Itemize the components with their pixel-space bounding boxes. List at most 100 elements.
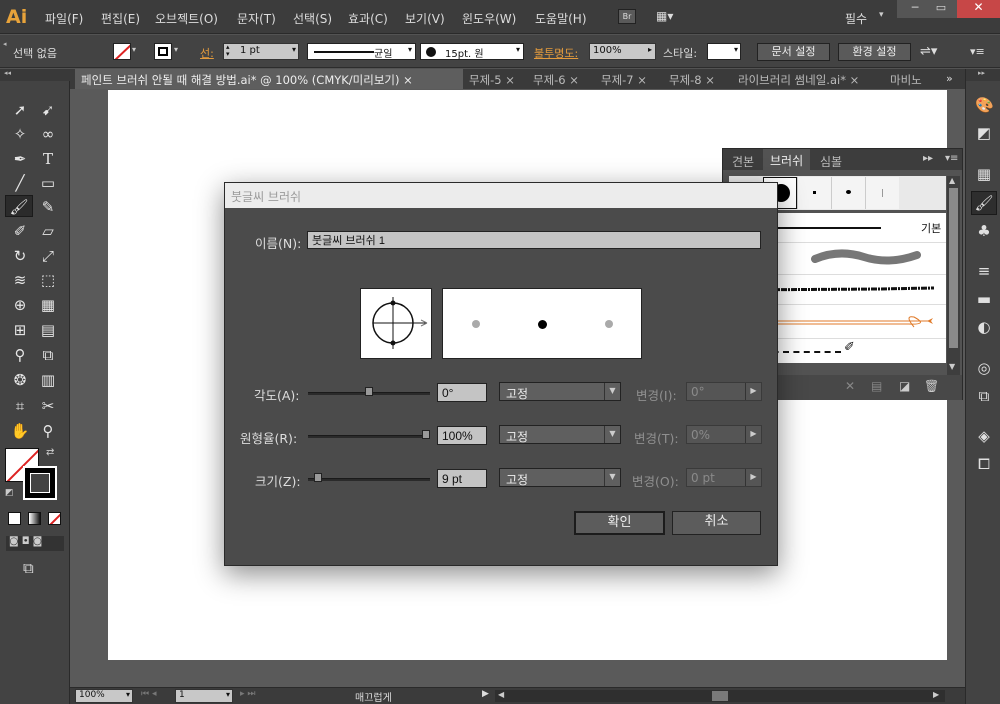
brush-options-icon[interactable]: ▤ — [871, 379, 882, 393]
menu-select[interactable]: 선택(S) — [293, 10, 332, 27]
scroll-right-icon[interactable]: ▶ — [933, 690, 939, 699]
default-colors-icon[interactable]: ◩ — [5, 488, 14, 498]
brush-dropdown-icon[interactable]: ▾ — [516, 45, 520, 54]
rotate-tool-icon[interactable]: ↻ — [9, 245, 31, 267]
roundness-input[interactable] — [437, 426, 487, 445]
minimize-icon[interactable]: ─ — [902, 1, 928, 16]
status-mode[interactable]: 매끄럽게 — [355, 689, 392, 704]
zoom-tool-icon[interactable]: ⚲ — [37, 420, 59, 442]
size-slider[interactable] — [308, 478, 430, 481]
roundness-slider[interactable] — [308, 435, 430, 438]
brush-swatch[interactable] — [865, 177, 899, 209]
type-tool-icon[interactable]: T — [37, 148, 59, 170]
tab-untitled-8[interactable]: 무제-8 × — [663, 69, 721, 89]
size-mode-dropdown-icon[interactable]: ▼ — [604, 469, 620, 486]
fill-dropdown-icon[interactable]: ▾ — [132, 45, 136, 54]
profile-dropdown-icon[interactable]: ▾ — [408, 45, 412, 54]
selection-tool-icon[interactable]: ➚ — [9, 99, 31, 121]
scroll-left-icon[interactable]: ◀ — [498, 690, 504, 699]
maximize-icon[interactable]: ▭ — [928, 1, 954, 16]
color-mode-icon[interactable] — [8, 512, 21, 525]
tab-symbols[interactable]: 심볼 — [820, 153, 842, 170]
roundness-slider-knob[interactable] — [422, 430, 430, 439]
swatches-panel-icon[interactable]: ▦ — [975, 165, 993, 183]
size-slider-knob[interactable] — [313, 473, 322, 482]
artboard-field[interactable]: 1 ▾ — [175, 689, 233, 703]
menu-view[interactable]: 보기(V) — [405, 10, 445, 27]
artboard-dropdown-icon[interactable]: ▾ — [226, 690, 230, 699]
stroke-panel-icon[interactable]: ≡ — [975, 262, 993, 280]
stroke-color-box[interactable] — [23, 466, 57, 500]
menu-window[interactable]: 윈도우(W) — [462, 10, 516, 27]
graph-tool-icon[interactable]: ▥ — [37, 369, 59, 391]
menu-object[interactable]: 오브젝트(O) — [155, 10, 218, 27]
screen-mode-icon[interactable]: ⧉ — [23, 559, 34, 577]
workspace-chevron-icon[interactable]: ▾ — [879, 10, 884, 20]
width-tool-icon[interactable]: ≋ — [9, 269, 31, 291]
angle-input[interactable] — [437, 383, 487, 402]
delete-brush-icon[interactable]: 🗑 — [924, 379, 939, 393]
arrange-icon[interactable]: ⇌▾ — [920, 44, 937, 59]
first-artboard-icon[interactable]: ⏮ ◂ — [141, 689, 156, 699]
brush-definition[interactable]: 15pt. 원 ▾ — [420, 43, 524, 60]
tab-close-icon[interactable]: × — [569, 73, 579, 87]
line-tool-icon[interactable]: ╱ — [9, 172, 31, 194]
roundness-mode-dropdown-icon[interactable]: ▼ — [604, 426, 620, 443]
panel-collapse-icon[interactable]: ▸▸ — [923, 153, 933, 164]
stroke-dropdown-icon[interactable]: ▾ — [174, 45, 178, 54]
tab-close-icon[interactable]: × — [850, 73, 860, 87]
drawing-modes-icon[interactable]: ◙◘◙ — [6, 536, 64, 551]
magic-wand-tool-icon[interactable]: ✧ — [9, 123, 31, 145]
tab-mabino[interactable]: 마비노 — [884, 69, 939, 89]
color-guide-icon[interactable]: ◩ — [975, 124, 993, 142]
new-brush-icon[interactable]: ◪ — [899, 379, 910, 393]
gradient-tool-icon[interactable]: ▤ — [37, 319, 59, 341]
menu-file[interactable]: 파일(F) — [45, 10, 83, 27]
eraser-tool-icon[interactable]: ▱ — [37, 220, 59, 242]
brush-name-input[interactable] — [307, 231, 761, 249]
tab-brushes[interactable]: 브러쉬 — [763, 149, 811, 170]
tab-untitled-6[interactable]: 무제-6 × — [527, 69, 585, 89]
paintbrush-tool-icon[interactable]: 🖌 — [5, 195, 33, 217]
zoom-dropdown-icon[interactable]: ▾ — [126, 690, 130, 699]
blob-brush-tool-icon[interactable]: ✐ — [9, 220, 31, 242]
remove-brush-stroke-icon[interactable]: ✕ — [845, 379, 855, 393]
gradient-mode-icon[interactable] — [28, 512, 41, 525]
pen-tool-icon[interactable]: ✒ — [9, 148, 31, 170]
blend-tool-icon[interactable]: ⧉ — [37, 344, 59, 366]
brushes-menu-icon[interactable]: ▾≡ — [945, 153, 958, 164]
layers-panel-icon[interactable]: ◈ — [975, 427, 993, 445]
opacity-label[interactable]: 불투명도: — [534, 45, 578, 61]
shape-builder-tool-icon[interactable]: ⊕ — [9, 294, 31, 316]
scale-tool-icon[interactable]: ⤢ — [37, 245, 59, 267]
angle-slider-knob[interactable] — [365, 387, 373, 396]
roundness-mode-select[interactable]: 고정 ▼ — [499, 425, 621, 444]
bridge-button[interactable]: Br — [618, 9, 636, 24]
status-menu-icon[interactable]: ▶ — [482, 689, 489, 699]
rectangle-tool-icon[interactable]: ▭ — [37, 172, 59, 194]
style-dropdown-icon[interactable]: ▾ — [734, 45, 738, 54]
artboard-tool-icon[interactable]: ⌗ — [9, 395, 31, 417]
none-mode-icon[interactable] — [48, 512, 61, 525]
lasso-tool-icon[interactable]: ∞ — [37, 123, 59, 145]
stroke-weight-dropdown-icon[interactable]: ▾ — [292, 45, 296, 54]
transparency-panel-icon[interactable]: ◐ — [975, 318, 993, 336]
gradient-panel-icon[interactable]: ▬ — [975, 290, 993, 308]
slice-tool-icon[interactable]: ✂ — [37, 395, 59, 417]
brush-swatch[interactable] — [797, 177, 831, 209]
zoom-field[interactable]: 100% ▾ — [75, 689, 133, 703]
variable-width-profile[interactable]: 균일 ▾ — [307, 43, 416, 60]
scroll-up-icon[interactable]: ▲ — [949, 176, 955, 185]
workspace-switcher[interactable]: 필수 — [845, 10, 867, 27]
preferences-button[interactable]: 환경 설정 — [838, 43, 911, 61]
angle-roundness-preview[interactable] — [360, 288, 432, 359]
style-swatch[interactable]: ▾ — [707, 43, 741, 60]
opacity-field[interactable]: 100% ▸ — [589, 43, 656, 60]
document-setup-button[interactable]: 문서 설정 — [757, 43, 830, 61]
menu-edit[interactable]: 편집(E) — [101, 10, 140, 27]
fill-swatch[interactable] — [113, 43, 131, 60]
stroke-weight-field[interactable]: 1 pt ▴ ▾ ▾ — [223, 43, 299, 60]
pencil-tool-icon[interactable]: ✎ — [37, 196, 59, 218]
eyedropper-tool-icon[interactable]: ⚲ — [9, 344, 31, 366]
tab-close-icon[interactable]: × — [505, 73, 515, 87]
